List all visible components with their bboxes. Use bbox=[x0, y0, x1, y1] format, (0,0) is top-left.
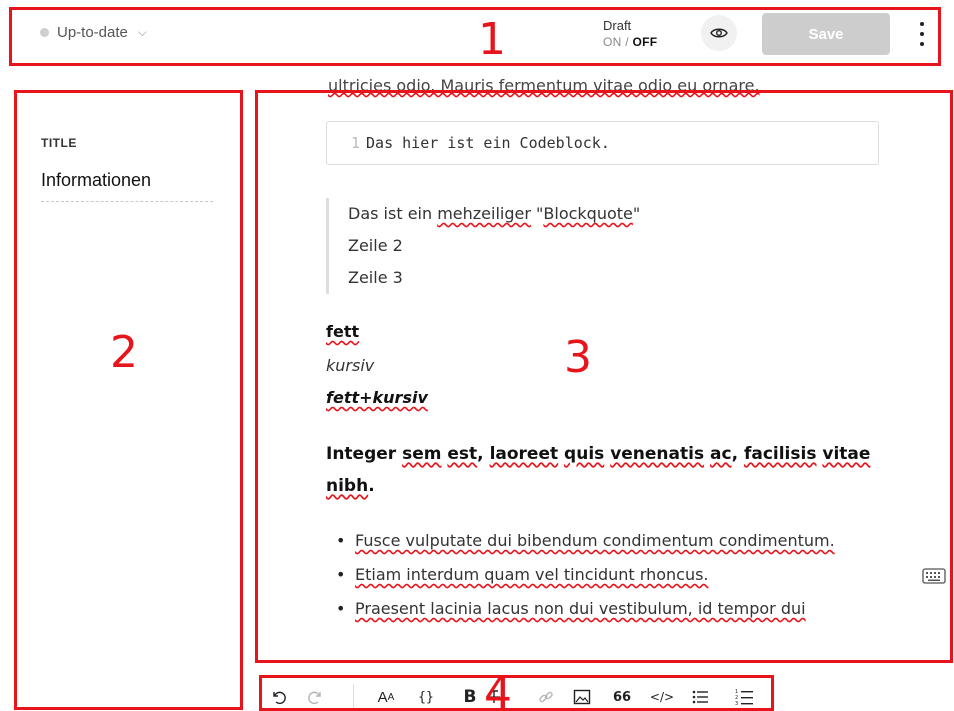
annotation-number-3: 3 bbox=[564, 332, 592, 383]
annotation-box-1 bbox=[9, 7, 941, 66]
annotation-box-3 bbox=[255, 90, 953, 663]
annotation-number-4: 4 bbox=[484, 668, 512, 711]
annotation-box-2 bbox=[14, 90, 243, 710]
annotation-number-1: 1 bbox=[478, 14, 506, 65]
annotation-box-4 bbox=[259, 675, 774, 711]
annotation-number-2: 2 bbox=[110, 327, 138, 378]
